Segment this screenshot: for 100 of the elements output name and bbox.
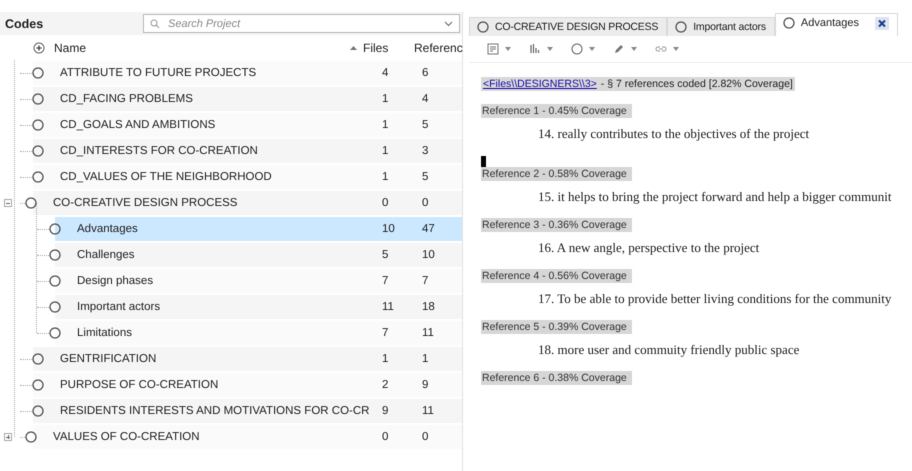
collapse-toggle[interactable]: [4, 199, 12, 207]
files-count: 1: [382, 171, 390, 183]
references-count: 5: [422, 171, 430, 183]
column-header[interactable]: Files: [363, 40, 388, 54]
code-name[interactable]: CD_GOALS AND AMBITIONS: [60, 119, 216, 131]
coded-text: 18. more user and commuity friendly public space: [538, 342, 800, 358]
caret-icon: [673, 47, 679, 51]
coded-text: 16. A new angle, perspective to the project: [538, 240, 760, 256]
references-count: 6: [422, 67, 430, 79]
caret-icon: [589, 47, 595, 51]
code-circle-icon: [25, 431, 37, 443]
circle-dropdown-button[interactable]: [569, 41, 597, 57]
coded-text: 15. it helps to bring the project forward and help a bigger communit: [538, 189, 892, 205]
code-name[interactable]: PURPOSE OF CO-CREATION: [60, 379, 218, 391]
close-icon[interactable]: [875, 16, 889, 30]
files-count: 1: [382, 145, 390, 157]
code-circle-icon: [32, 405, 44, 417]
code-circle-icon: [32, 353, 44, 365]
files-count: 7: [382, 275, 390, 287]
references-count: 11: [422, 405, 435, 417]
reference-label: Reference 5 - 0.39% Coverage: [481, 320, 632, 334]
files-count: 10: [382, 223, 396, 235]
note-dropdown-button[interactable]: [485, 41, 513, 57]
code-circle-icon: [25, 197, 37, 209]
pen-icon: [613, 43, 625, 55]
references-count: 4: [422, 93, 430, 105]
code-circle-icon: [49, 249, 61, 261]
files-count: 0: [382, 197, 390, 209]
code-name[interactable]: Limitations: [77, 327, 132, 339]
expand-toggle[interactable]: [4, 433, 12, 441]
caret-icon: [505, 47, 511, 51]
code-name[interactable]: Challenges: [77, 249, 135, 261]
code-name[interactable]: Design phases: [77, 275, 154, 287]
search-field[interactable]: Search Project: [143, 14, 460, 33]
references-count: 47: [422, 223, 436, 235]
circle-icon: [782, 17, 795, 29]
references-count: 7: [422, 275, 430, 287]
references-count: 1: [422, 353, 430, 365]
circle-icon: [477, 21, 489, 33]
note-icon: [487, 43, 499, 55]
reference-label: Reference 6 - 0.38% Coverage: [481, 371, 632, 385]
reference-label: Reference 1 - 0.45% Coverage: [481, 104, 632, 118]
files-count: 4: [382, 67, 390, 79]
tab[interactable]: Advantages: [774, 13, 898, 36]
files-count: 0: [382, 431, 390, 443]
references-count: 9: [422, 379, 430, 391]
column-header[interactable]: Referenc: [414, 40, 463, 54]
code-circle-icon: [49, 223, 61, 235]
files-count: 9: [382, 405, 390, 417]
code-name[interactable]: VALUES OF CO-CREATION: [53, 431, 200, 443]
add-circle-icon[interactable]: [33, 42, 45, 54]
search-icon: [150, 19, 160, 29]
code-circle-icon: [32, 379, 44, 391]
code-name[interactable]: CO-CREATIVE DESIGN PROCESS: [53, 197, 238, 209]
caret-icon: [631, 47, 637, 51]
caret-icon: [547, 47, 553, 51]
bars-icon: [529, 43, 541, 55]
references-count: 0: [422, 197, 430, 209]
code-circle-icon: [32, 145, 44, 157]
chevron-down-icon[interactable]: [444, 21, 453, 27]
code-name[interactable]: CD_FACING PROBLEMS: [60, 93, 193, 105]
reference-label: Reference 3 - 0.36% Coverage: [481, 218, 632, 232]
code-name[interactable]: CD_VALUES OF THE NEIGHBORHOOD: [60, 171, 272, 183]
code-circle-icon: [32, 119, 44, 131]
files-count: 1: [382, 119, 390, 131]
coded-text: 14. really contributes to the objectives of the project: [538, 126, 810, 142]
files-count: 7: [382, 327, 390, 339]
coverage-summary: - § 7 references coded [2.82% Coverage]: [600, 78, 793, 90]
code-circle-icon: [32, 93, 44, 105]
code-name[interactable]: Advantages: [77, 223, 138, 235]
code-circle-icon: [49, 301, 61, 313]
code-name[interactable]: Important actors: [77, 301, 160, 313]
tab[interactable]: Important actors: [667, 17, 775, 36]
code-circle-icon: [32, 67, 44, 79]
files-count: 1: [382, 93, 390, 105]
code-name[interactable]: CD_INTERESTS FOR CO-CREATION: [60, 145, 258, 157]
code-name[interactable]: RESIDENTS INTERESTS AND MOTIVATIONS FOR CO-CR: [60, 405, 370, 417]
panel-title: Codes: [4, 16, 44, 30]
text-cursor: [481, 156, 486, 167]
references-count: 0: [422, 431, 430, 443]
circle-icon: [675, 21, 688, 33]
references-count: 3: [422, 145, 430, 157]
references-count: 5: [422, 119, 430, 131]
column-header[interactable]: Name: [54, 40, 86, 54]
files-count: 2: [382, 379, 390, 391]
source-link[interactable]: <Files\\DESIGNERS\\3>: [483, 78, 597, 90]
reference-label: Reference 2 - 0.58% Coverage: [481, 167, 632, 181]
files-count: 1: [382, 353, 390, 365]
code-name[interactable]: GENTRIFICATION: [60, 353, 156, 365]
references-count: 18: [422, 301, 436, 313]
code-circle-icon: [32, 171, 44, 183]
reference-label: Reference 4 - 0.56% Coverage: [481, 269, 632, 283]
references-count: 10: [422, 249, 436, 261]
files-count: 11: [382, 301, 395, 313]
code-circle-icon: [49, 327, 61, 339]
code-circle-icon: [49, 275, 61, 287]
tab[interactable]: CO-CREATIVE DESIGN PROCESS: [469, 17, 668, 36]
coded-text: 17. To be able to provide better living conditions for the community: [538, 291, 892, 307]
code-name[interactable]: ATTRIBUTE TO FUTURE PROJECTS: [60, 67, 256, 79]
references-count: 11: [422, 327, 435, 339]
